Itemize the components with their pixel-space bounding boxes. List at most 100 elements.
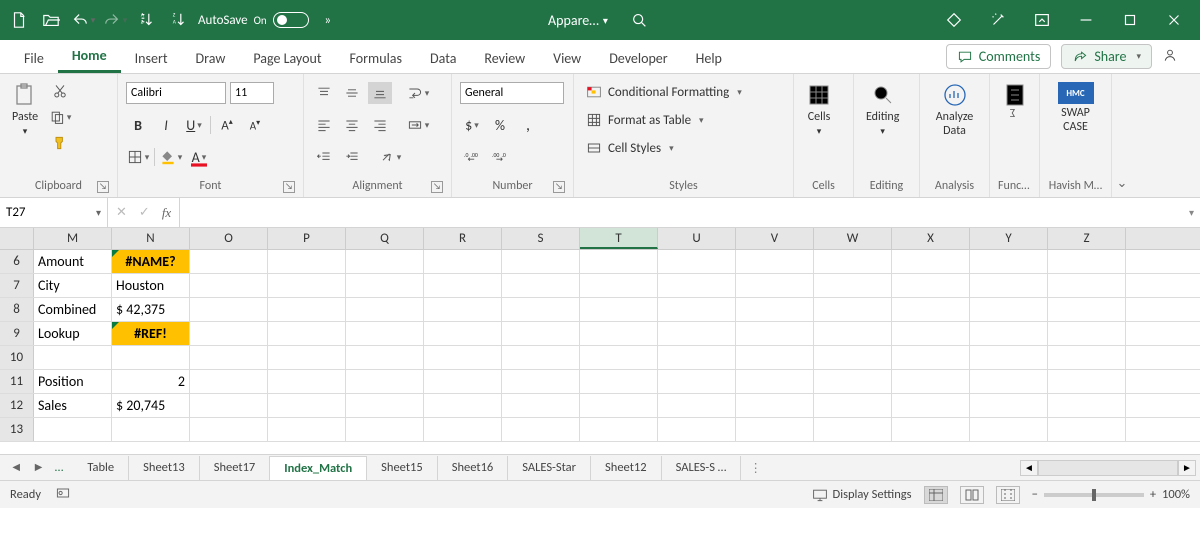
cell[interactable]	[268, 418, 346, 441]
view-page-layout-icon[interactable]	[960, 486, 984, 504]
column-header[interactable]: N	[112, 228, 190, 249]
cell[interactable]	[658, 322, 736, 345]
sheet-tab[interactable]: Sheet15	[367, 456, 438, 480]
cell[interactable]	[1048, 394, 1126, 417]
cell[interactable]	[1048, 370, 1126, 393]
cell[interactable]	[112, 418, 190, 441]
cell[interactable]	[502, 322, 580, 345]
cell[interactable]: Amount	[34, 250, 112, 273]
column-header[interactable]: T	[580, 228, 658, 249]
cell[interactable]	[658, 250, 736, 273]
row-header[interactable]: 9	[0, 322, 34, 345]
cells-button[interactable]: Cells▾	[802, 80, 836, 139]
cell[interactable]: Lookup	[34, 322, 112, 345]
decrease-decimal-icon[interactable]: .00.0	[488, 146, 512, 168]
cell[interactable]: $ 20,745	[112, 394, 190, 417]
cell[interactable]	[424, 370, 502, 393]
cell[interactable]	[346, 370, 424, 393]
increase-font-icon[interactable]: A▴	[215, 114, 239, 136]
cell[interactable]	[1048, 346, 1126, 369]
cell[interactable]	[190, 394, 268, 417]
collapse-ribbon-icon[interactable]: ⌄	[1112, 74, 1132, 197]
column-headers[interactable]: MNOPQRSTUVWXYZ	[0, 228, 1200, 250]
cell[interactable]	[892, 346, 970, 369]
borders-icon[interactable]	[126, 146, 150, 168]
cell[interactable]	[814, 298, 892, 321]
sheet-nav-next[interactable]: ►	[32, 460, 44, 475]
align-middle-icon[interactable]	[340, 82, 364, 104]
analyze-data-button[interactable]: Analyze Data	[928, 80, 981, 140]
cell[interactable]	[1048, 322, 1126, 345]
row-header[interactable]: 6	[0, 250, 34, 273]
tab-view[interactable]: View	[539, 42, 595, 73]
sheet-tab[interactable]: Sheet17	[200, 456, 271, 480]
cell[interactable]	[268, 394, 346, 417]
align-bottom-icon[interactable]	[368, 82, 392, 104]
wrap-text-icon[interactable]	[406, 82, 430, 104]
account-icon[interactable]	[1162, 47, 1190, 67]
hscroll-right[interactable]: ►	[1178, 460, 1196, 476]
cell[interactable]	[346, 322, 424, 345]
decrease-font-icon[interactable]: A▾	[243, 114, 267, 136]
cell[interactable]	[502, 346, 580, 369]
column-header[interactable]: U	[658, 228, 736, 249]
cell[interactable]	[502, 298, 580, 321]
cell[interactable]	[268, 370, 346, 393]
cell[interactable]	[580, 250, 658, 273]
cell[interactable]	[190, 322, 268, 345]
redo-icon[interactable]	[102, 6, 128, 34]
cell[interactable]: #NAME?	[112, 250, 190, 273]
close-button[interactable]	[1154, 6, 1194, 34]
cell[interactable]	[502, 394, 580, 417]
cell[interactable]	[892, 274, 970, 297]
cell[interactable]	[814, 418, 892, 441]
align-top-icon[interactable]	[312, 82, 336, 104]
sheet-nav-prev[interactable]: ◄	[10, 460, 22, 475]
cell[interactable]: Houston	[112, 274, 190, 297]
cell[interactable]: #REF!	[112, 322, 190, 345]
column-header[interactable]: R	[424, 228, 502, 249]
number-launcher[interactable]: ↘	[553, 181, 565, 193]
cell[interactable]	[814, 250, 892, 273]
row-header[interactable]: 8	[0, 298, 34, 321]
row-header[interactable]: 11	[0, 370, 34, 393]
cell[interactable]	[658, 274, 736, 297]
conditional-formatting-button[interactable]: Conditional Formatting	[582, 80, 746, 104]
view-page-break-icon[interactable]	[996, 486, 1020, 504]
formula-enter-icon[interactable]: ✓	[139, 205, 150, 220]
cell[interactable]	[892, 250, 970, 273]
cell[interactable]	[736, 346, 814, 369]
cell[interactable]	[814, 274, 892, 297]
cell[interactable]	[970, 418, 1048, 441]
cell[interactable]	[268, 274, 346, 297]
cell[interactable]: $ 42,375	[112, 298, 190, 321]
align-left-icon[interactable]	[312, 114, 336, 136]
cell[interactable]	[1048, 298, 1126, 321]
cell[interactable]	[190, 370, 268, 393]
column-header[interactable]: V	[736, 228, 814, 249]
decrease-indent-icon[interactable]	[312, 146, 336, 168]
cell[interactable]	[970, 346, 1048, 369]
cell[interactable]	[970, 250, 1048, 273]
fill-color-icon[interactable]	[159, 146, 183, 168]
cell[interactable]	[346, 274, 424, 297]
italic-icon[interactable]: I	[154, 114, 178, 136]
display-settings[interactable]: Display Settings	[812, 487, 912, 503]
tab-help[interactable]: Help	[682, 42, 736, 73]
column-header[interactable]: S	[502, 228, 580, 249]
sort-asc-icon[interactable]: AZ	[134, 6, 160, 34]
cell[interactable]	[814, 394, 892, 417]
cell-styles-button[interactable]: Cell Styles	[582, 136, 678, 160]
cell[interactable]	[268, 298, 346, 321]
open-file-icon[interactable]	[38, 6, 64, 34]
row-header[interactable]: 12	[0, 394, 34, 417]
cell[interactable]	[580, 298, 658, 321]
cell[interactable]	[1048, 250, 1126, 273]
diamond-icon[interactable]	[934, 6, 974, 34]
cell[interactable]	[502, 418, 580, 441]
undo-icon[interactable]	[70, 6, 96, 34]
tab-page-layout[interactable]: Page Layout	[239, 42, 335, 73]
zoom-slider[interactable]	[1044, 493, 1144, 497]
maximize-button[interactable]	[1110, 6, 1150, 34]
cell[interactable]	[346, 394, 424, 417]
